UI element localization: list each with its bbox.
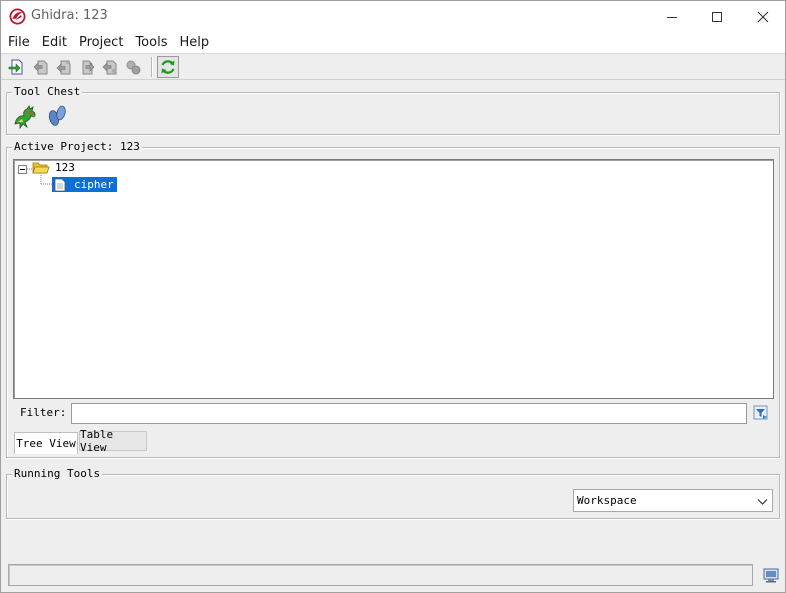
refresh-button[interactable] [157, 56, 179, 78]
close-icon [757, 11, 769, 22]
checkout-button[interactable] [54, 57, 74, 77]
code-browser-dragon-icon [14, 105, 36, 130]
undo-checkout-icon [102, 60, 117, 75]
minimize-icon [667, 16, 677, 18]
checkout-icon [56, 60, 71, 75]
undo-checkout-button[interactable] [100, 57, 120, 77]
file-icon [54, 178, 66, 191]
menu-help[interactable]: Help [174, 32, 214, 53]
menu-project[interactable]: Project [74, 32, 128, 53]
tab-table-view[interactable]: Table View [79, 428, 147, 454]
checkin-button[interactable] [31, 57, 51, 77]
status-bar [8, 564, 753, 586]
menu-tools[interactable]: Tools [130, 32, 172, 53]
import-file-button[interactable] [7, 57, 27, 77]
menu-edit[interactable]: Edit [37, 32, 72, 53]
import-file-icon [8, 59, 23, 75]
toolbar-separator [151, 57, 153, 77]
chevron-down-icon [757, 499, 768, 505]
maximize-button[interactable] [694, 1, 740, 32]
tree-root-label[interactable]: 123 [55, 161, 75, 175]
tree-item-cipher[interactable]: cipher [52, 177, 117, 192]
ghidra-logo-icon [9, 8, 26, 25]
running-tools-title: Running Tools [12, 467, 103, 481]
active-project-title: Active Project: 123 [12, 140, 142, 154]
title-bar: Ghidra: 123 [1, 1, 785, 32]
minimize-button[interactable] [649, 1, 695, 32]
find-checkouts-icon [126, 60, 141, 75]
menu-file[interactable]: File [3, 32, 35, 53]
filter-input[interactable] [71, 403, 747, 424]
window-title: Ghidra: 123 [31, 8, 108, 23]
find-checkouts-button[interactable] [123, 57, 143, 77]
folder-open-icon [32, 162, 50, 174]
tree-item-label: cipher [74, 178, 114, 191]
tree-connector [40, 175, 52, 185]
tab-tree-view[interactable]: Tree View [14, 432, 78, 454]
workspace-select-value: Workspace [577, 494, 637, 507]
update-button[interactable] [77, 57, 97, 77]
console-monitor-icon[interactable] [763, 567, 779, 583]
menu-bar: File Edit Project Tools Help [1, 32, 785, 53]
filter-row: Filter: [13, 401, 774, 425]
maximize-icon [712, 11, 722, 22]
tool-chest-title: Tool Chest [12, 85, 83, 99]
version-tracking-footprints-icon [48, 105, 66, 126]
tool-chest-panel: Tool Chest [6, 85, 780, 135]
toolbar [1, 53, 785, 80]
workspace-select[interactable]: Workspace [573, 489, 773, 512]
code-browser-tool-button[interactable] [12, 104, 38, 130]
project-tree[interactable]: 123 cipher [13, 159, 774, 399]
filter-options-icon [753, 405, 768, 420]
close-button[interactable] [740, 1, 786, 32]
refresh-icon [161, 60, 175, 74]
collapse-toggle-icon[interactable] [18, 165, 27, 174]
update-icon [82, 60, 95, 75]
version-tracking-tool-button[interactable] [45, 103, 69, 129]
checkin-icon [33, 60, 48, 75]
filter-options-button[interactable] [752, 404, 770, 422]
filter-label: Filter: [20, 406, 67, 419]
main-window: Ghidra: 123 File Edit Project Tools Help [0, 0, 786, 593]
